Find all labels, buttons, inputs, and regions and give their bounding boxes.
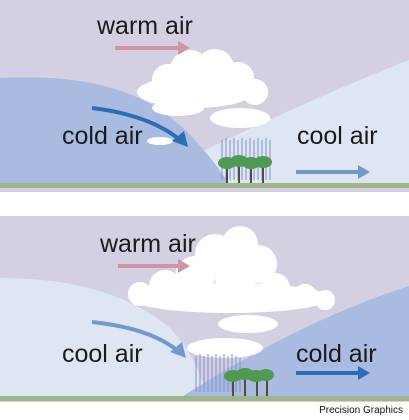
cold-front-diagram: warm air cold air cool air: [0, 0, 409, 192]
cool-air-label: cool air: [297, 122, 378, 150]
cold-air-label: cold air: [296, 340, 377, 368]
small-cloud: [147, 137, 173, 145]
cold-front-illustration: [0, 0, 409, 192]
cold-air-label: cold air: [62, 122, 143, 150]
ground: [0, 183, 409, 188]
warm-air-label: warm air: [100, 230, 196, 258]
image-credit: Precision Graphics: [319, 405, 403, 416]
cool-air-label: cool air: [62, 340, 143, 368]
warm-air-label: warm air: [97, 12, 193, 40]
warm-front-diagram: warm air cool air cold air: [0, 216, 409, 402]
warm-front-illustration: [0, 216, 409, 402]
ground: [0, 396, 409, 401]
